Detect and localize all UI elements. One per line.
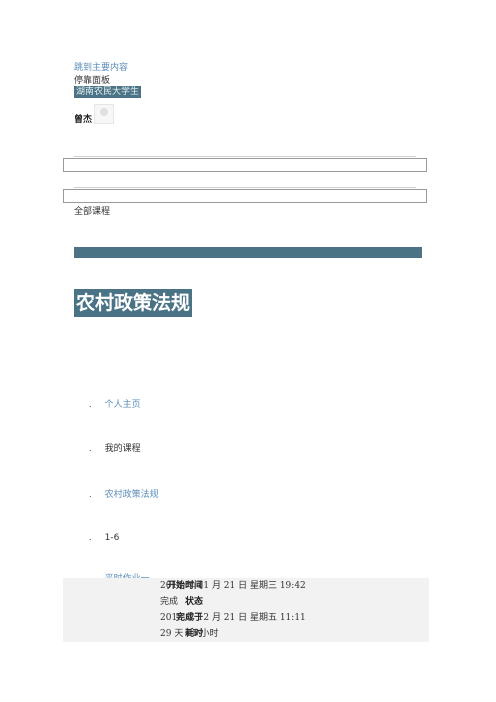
breadcrumb-item-home[interactable]: . 个人主页 bbox=[89, 392, 141, 411]
avatar[interactable] bbox=[94, 104, 114, 124]
summary-value: 2018 年 12 月 21 日 星期五 11:11 bbox=[160, 613, 306, 623]
summary-value: 2018 年 11 月 21 日 星期三 19:42 bbox=[160, 581, 306, 591]
summary-row-started: 开始时间 2018 年 11 月 21 日 星期三 19:42 bbox=[63, 578, 429, 594]
course-title: 农村政策法规 bbox=[74, 289, 193, 317]
all-courses-link[interactable]: 全部课程 bbox=[74, 204, 110, 217]
course-search-input[interactable] bbox=[63, 189, 427, 203]
summary-row-state: 状态 完成 bbox=[63, 594, 429, 610]
breadcrumb-label[interactable]: 我的课程 bbox=[105, 444, 141, 454]
summary-value: 完成 bbox=[160, 597, 179, 607]
summary-row-time-taken: 耗时 29 天 15 小时 bbox=[63, 626, 429, 642]
university-link[interactable]: 湖南农民大学生 bbox=[74, 86, 142, 98]
breadcrumb-bullet: . bbox=[89, 490, 92, 499]
dock-panel-link[interactable]: 停靠面板 bbox=[74, 73, 110, 86]
breadcrumb-label[interactable]: 农村政策法规 bbox=[105, 490, 159, 500]
breadcrumb-bullet: . bbox=[89, 400, 92, 409]
breadcrumb-bullet: . bbox=[89, 533, 92, 542]
breadcrumb-label[interactable]: 1-6 bbox=[105, 533, 120, 543]
summary-row-completed: 完成于 2018 年 12 月 21 日 星期五 11:11 bbox=[63, 610, 429, 626]
breadcrumb-item-section[interactable]: . 1-6 bbox=[89, 525, 119, 544]
breadcrumb-item-course[interactable]: . 农村政策法规 bbox=[89, 482, 159, 501]
navbar bbox=[74, 247, 422, 258]
breadcrumb-item-my-courses[interactable]: . 我的课程 bbox=[89, 436, 141, 455]
skip-to-content-link[interactable]: 跳到主要内容 bbox=[74, 60, 128, 73]
breadcrumb-bullet: . bbox=[89, 444, 92, 453]
user-name[interactable]: 曾杰 bbox=[74, 112, 92, 125]
attempt-summary-table: 开始时间 2018 年 11 月 21 日 星期三 19:42 状态 完成 完成… bbox=[63, 578, 429, 642]
summary-label: 状态 bbox=[184, 597, 203, 607]
breadcrumb-label[interactable]: 个人主页 bbox=[105, 400, 141, 410]
divider-middle bbox=[74, 187, 416, 188]
divider-top bbox=[74, 156, 416, 157]
summary-value: 29 天 15 小时 bbox=[160, 629, 219, 639]
search-input[interactable] bbox=[63, 158, 427, 172]
